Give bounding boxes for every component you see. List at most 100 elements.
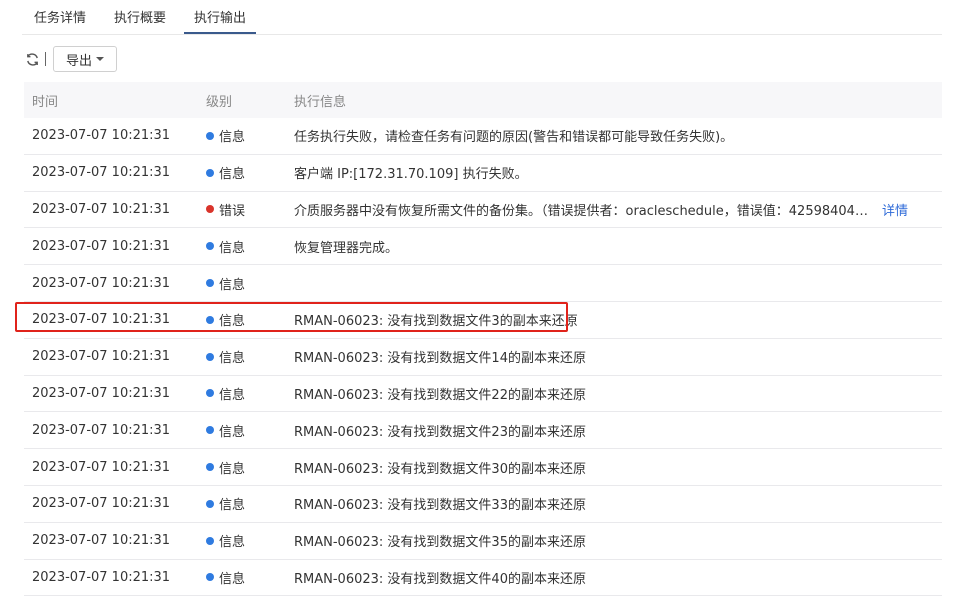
row-time: 2023-07-07 10:21:31 xyxy=(32,422,171,438)
row-time: 2023-07-07 10:21:31 xyxy=(32,533,171,549)
row-message: RMAN-06023: 没有找到数据文件30的副本来还原 xyxy=(286,458,942,477)
tabs-divider xyxy=(22,34,942,35)
message-text: RMAN-06023: 没有找到数据文件33的副本来还原 xyxy=(294,498,586,514)
level-label: 信息 xyxy=(219,424,246,440)
row-level: 信息 xyxy=(198,126,286,145)
level-label: 信息 xyxy=(219,314,246,330)
message-text: 任务执行失败，请检查任务有问题的原因(警告和错误都可能导致任务失败)。 xyxy=(294,130,734,146)
table-row: 2023-07-07 10:21:31 信息 RMAN-06023: 没有找到数据文… xyxy=(24,486,942,523)
row-message: RMAN-06023: 没有找到数据文件22的副本来还原 xyxy=(286,384,942,403)
table-row: 2023-07-07 10:21:31 信息 RMAN-06023: 没有找到数据文… xyxy=(24,339,942,376)
message-text: RMAN-06023: 没有找到数据文件22的副本来还原 xyxy=(294,387,586,403)
level-label: 错误 xyxy=(219,203,246,219)
table-row: 2023-07-07 10:21:31 信息 客户端 IP:[172.31.70.1… xyxy=(24,155,942,192)
output-tabs: 任务详情 执行概要 执行输出 xyxy=(22,0,262,34)
level-label: 信息 xyxy=(219,351,246,367)
table-row: 2023-07-07 10:21:31 错误 介质服务器中没有恢复所需文件的备份集。… xyxy=(24,192,942,229)
row-time: 2023-07-07 10:21:31 xyxy=(32,569,171,585)
row-message: 恢复管理器完成。 xyxy=(286,237,942,256)
row-message: RMAN-06023: 没有找到数据文件35的副本来还原 xyxy=(286,531,942,550)
tab-execution-summary[interactable]: 执行概要 xyxy=(102,7,178,34)
row-time: 2023-07-07 10:21:31 xyxy=(32,128,171,144)
row-message: RMAN-06023: 没有找到数据文件3的副本来还原 xyxy=(286,310,942,329)
level-dot-icon xyxy=(206,168,214,177)
detail-link[interactable]: 详情 xyxy=(882,200,908,219)
table-row: 2023-07-07 10:21:31 信息 xyxy=(24,265,942,302)
message-text: RMAN-06023: 没有找到数据文件14的副本来还原 xyxy=(294,351,586,367)
table-row: 2023-07-07 10:21:31 信息 RMAN-06023: 没有找到数据文… xyxy=(24,560,942,597)
level-label: 信息 xyxy=(219,240,246,256)
table-row: 2023-07-07 10:21:31 信息 任务执行失败，请检查任务有问题的原因(… xyxy=(24,118,942,155)
level-label: 信息 xyxy=(219,167,246,183)
table-row: 2023-07-07 10:21:31 信息 RMAN-06023: 没有找到数据文… xyxy=(24,376,942,413)
row-level: 信息 xyxy=(198,494,286,513)
level-label: 信息 xyxy=(219,387,246,403)
message-text: RMAN-06023: 没有找到数据文件35的副本来还原 xyxy=(294,535,586,551)
row-time: 2023-07-07 10:21:31 xyxy=(32,385,171,401)
level-dot-icon xyxy=(206,573,214,582)
export-button-label: 导出 xyxy=(65,53,92,69)
level-dot-icon xyxy=(206,536,214,545)
caret-down-icon xyxy=(96,57,104,61)
level-label: 信息 xyxy=(219,130,246,146)
table-row: 2023-07-07 10:21:31 信息 恢复管理器完成。 xyxy=(24,228,942,266)
row-time: 2023-07-07 10:21:31 xyxy=(32,238,171,254)
row-message: RMAN-06023: 没有找到数据文件23的副本来还原 xyxy=(286,421,942,440)
row-level: 信息 xyxy=(198,458,286,477)
column-header-level: 级别 xyxy=(206,94,233,110)
message-text: 介质服务器中没有恢复所需文件的备份集。（错误提供者：oracleschedule… xyxy=(294,203,872,219)
row-level: 信息 xyxy=(198,237,286,256)
table-row: 2023-07-07 10:21:31 信息 RMAN-06023: 没有找到数据文… xyxy=(24,523,942,560)
level-label: 信息 xyxy=(219,498,246,514)
row-level: 信息 xyxy=(198,163,286,182)
level-dot-icon xyxy=(206,463,214,472)
column-header-time: 时间 xyxy=(32,94,59,110)
table-body: 2023-07-07 10:21:31 信息 任务执行失败，请检查任务有问题的原因(… xyxy=(24,118,942,597)
level-label: 信息 xyxy=(219,535,246,551)
level-dot-icon xyxy=(206,131,214,140)
row-level: 错误 xyxy=(198,200,286,219)
message-text: RMAN-06023: 没有找到数据文件40的副本来还原 xyxy=(294,571,586,587)
row-time: 2023-07-07 10:21:31 xyxy=(32,349,171,365)
table-row: 2023-07-07 10:21:31 信息 RMAN-06023: 没有找到数据文… xyxy=(24,449,942,486)
message-text: RMAN-06023: 没有找到数据文件23的副本来还原 xyxy=(294,424,586,440)
row-message: RMAN-06023: 没有找到数据文件14的副本来还原 xyxy=(286,347,942,366)
row-time: 2023-07-07 10:21:31 xyxy=(32,312,171,328)
row-level: 信息 xyxy=(198,568,286,587)
level-dot-icon xyxy=(206,205,214,214)
row-time: 2023-07-07 10:21:31 xyxy=(32,165,171,181)
table-row: 2023-07-07 10:21:31 信息 RMAN-06023: 没有找到数据文… xyxy=(24,412,942,450)
row-level: 信息 xyxy=(198,310,286,329)
row-level: 信息 xyxy=(198,421,286,440)
level-dot-icon xyxy=(206,315,214,324)
level-dot-icon xyxy=(206,426,214,435)
tab-execution-output[interactable]: 执行输出 xyxy=(182,7,258,34)
message-text: 恢复管理器完成。 xyxy=(294,240,399,256)
level-dot-icon xyxy=(206,279,214,288)
refresh-icon[interactable] xyxy=(24,51,40,67)
message-text: RMAN-06023: 没有找到数据文件3的副本来还原 xyxy=(294,314,578,330)
row-time: 2023-07-07 10:21:31 xyxy=(32,275,171,291)
toolbar: 导出 xyxy=(24,46,117,72)
level-label: 信息 xyxy=(219,461,246,477)
level-dot-icon xyxy=(206,242,214,251)
row-time: 2023-07-07 10:21:31 xyxy=(32,201,171,217)
toolbar-divider xyxy=(45,52,46,66)
row-level: 信息 xyxy=(198,384,286,403)
table-header: 时间 级别 执行信息 xyxy=(24,82,942,118)
execution-output-table: 时间 级别 执行信息 2023-07-07 10:21:31 信息 任务执行失败，请… xyxy=(24,82,942,597)
export-button[interactable]: 导出 xyxy=(53,46,117,72)
row-level: 信息 xyxy=(198,531,286,550)
row-message: RMAN-06023: 没有找到数据文件33的副本来还原 xyxy=(286,494,942,513)
row-level: 信息 xyxy=(198,347,286,366)
tab-task-details[interactable]: 任务详情 xyxy=(22,7,98,34)
level-dot-icon xyxy=(206,389,214,398)
row-level: 信息 xyxy=(198,274,286,293)
table-row: 2023-07-07 10:21:31 信息 RMAN-06023: 没有找到数据文… xyxy=(24,302,942,339)
level-label: 信息 xyxy=(219,277,246,293)
level-label: 信息 xyxy=(219,571,246,587)
row-time: 2023-07-07 10:21:31 xyxy=(32,496,171,512)
row-message: RMAN-06023: 没有找到数据文件40的副本来还原 xyxy=(286,568,942,587)
column-header-message: 执行信息 xyxy=(294,94,347,110)
row-time: 2023-07-07 10:21:31 xyxy=(32,459,171,475)
